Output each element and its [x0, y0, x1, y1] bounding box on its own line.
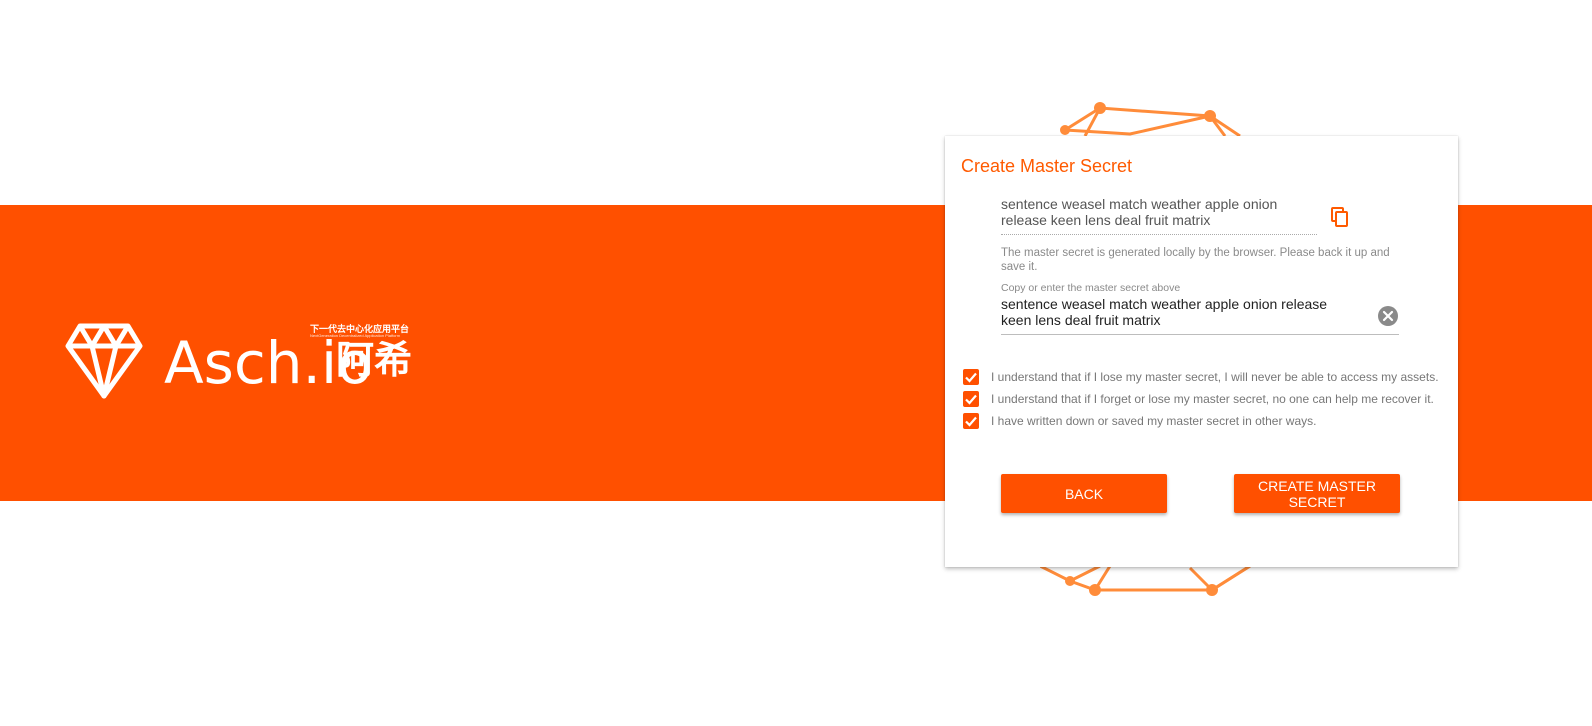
- checkbox-written-down[interactable]: [963, 413, 979, 429]
- brand-tagline-en: NextGeneration Decentralized Application…: [310, 333, 401, 338]
- checkbox-label: I understand that if I lose my master se…: [991, 370, 1439, 384]
- brand-name-cn: 阿希: [336, 340, 413, 382]
- checkmark-icon: [965, 394, 977, 405]
- secret-hint: The master secret is generated locally b…: [1001, 247, 1390, 273]
- checkbox-no-recovery[interactable]: [963, 391, 979, 407]
- create-master-secret-button[interactable]: CREATE MASTER SECRET: [1234, 474, 1400, 513]
- secret-input[interactable]: sentence weasel match weather apple onio…: [1001, 294, 1399, 335]
- clear-icon[interactable]: [1378, 306, 1398, 326]
- checkmark-icon: [965, 416, 977, 427]
- secret-input-label: Copy or enter the master secret above: [1001, 282, 1181, 294]
- create-master-secret-dialog: Create Master Secret sentence weasel mat…: [945, 136, 1458, 567]
- checkbox-label: I understand that if I forget or lose my…: [991, 392, 1434, 406]
- checkmark-icon: [965, 372, 977, 383]
- dialog-title: Create Master Secret: [961, 156, 1133, 176]
- checkbox-label: I have written down or saved my master s…: [991, 414, 1317, 428]
- generated-secret: sentence weasel match weather apple onio…: [1001, 196, 1317, 235]
- copy-icon[interactable]: [1331, 207, 1349, 227]
- asch-logo: Asch.io 阿希 下一代去中心化应用平台 NextGeneration De…: [64, 322, 424, 402]
- secret-input-value[interactable]: sentence weasel match weather apple onio…: [1001, 296, 1361, 328]
- back-button[interactable]: BACK: [1001, 474, 1167, 513]
- diamond-logo-icon: [65, 323, 143, 399]
- checkbox-lose-secret[interactable]: [963, 369, 979, 385]
